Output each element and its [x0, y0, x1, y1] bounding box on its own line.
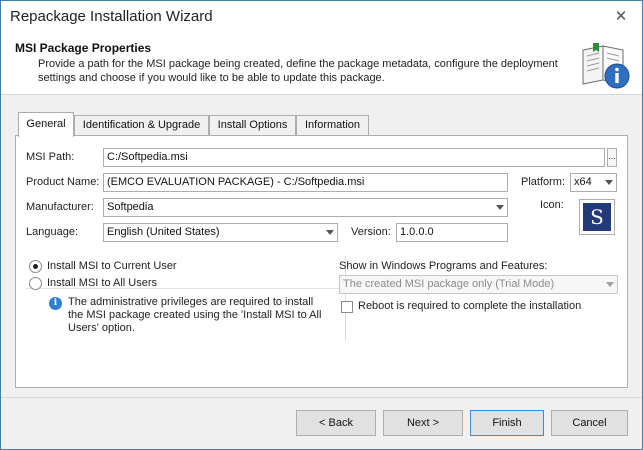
manufacturer-combo[interactable]: Softpedia [103, 198, 508, 217]
info-icon: i [49, 297, 62, 310]
version-label: Version: [351, 226, 391, 238]
wizard-header: MSI Package Properties Provide a path fo… [1, 34, 642, 95]
language-select[interactable]: English (United States) [103, 223, 338, 242]
platform-select[interactable]: x64 [570, 173, 617, 192]
book-info-icon [582, 43, 630, 89]
tab-identification-upgrade[interactable]: Identification & Upgrade [74, 115, 209, 136]
next-button[interactable]: Next > [383, 410, 463, 436]
version-input[interactable]: 1.0.0.0 [396, 223, 508, 242]
reboot-label[interactable]: Reboot is required to complete the insta… [358, 300, 581, 312]
tab-information[interactable]: Information [296, 115, 369, 136]
tab-install-options[interactable]: Install Options [209, 115, 296, 136]
language-label: Language: [26, 226, 78, 238]
install-current-user-radio[interactable] [29, 260, 42, 273]
product-name-input[interactable]: (EMCO EVALUATION PACKAGE) - C:/Softpedia… [103, 173, 508, 192]
window-title: Repackage Installation Wizard [10, 8, 213, 25]
admin-privileges-note: The administrative privileges are requir… [68, 296, 322, 334]
softpedia-s-icon: S [583, 203, 611, 231]
back-button[interactable]: < Back [296, 410, 376, 436]
programs-features-label: Show in Windows Programs and Features: [339, 260, 548, 272]
tab-general[interactable]: General [18, 112, 74, 137]
programs-features-select[interactable]: The created MSI package only (Trial Mode… [339, 275, 618, 294]
install-all-users-label[interactable]: Install MSI to All Users [47, 277, 157, 289]
msi-path-label: MSI Path: [26, 151, 75, 163]
manufacturer-label: Manufacturer: [26, 201, 94, 213]
cancel-button[interactable]: Cancel [551, 410, 628, 436]
general-tab-panel: MSI Path: C:/Softpedia.msi ... Product N… [15, 135, 628, 388]
platform-label: Platform: [521, 176, 566, 188]
finish-button[interactable]: Finish [470, 410, 544, 436]
package-icon-picker[interactable]: S [579, 199, 615, 235]
wizard-footer: < Back Next > Finish Cancel [1, 397, 642, 449]
wizard-body: General Identification & Upgrade Install… [1, 95, 642, 397]
close-button[interactable]: ✕ [608, 7, 634, 27]
page-title: MSI Package Properties [15, 41, 152, 55]
wizard-window: Repackage Installation Wizard ✕ MSI Pack… [0, 0, 643, 450]
reboot-checkbox[interactable] [341, 301, 353, 313]
msi-path-input[interactable]: C:/Softpedia.msi [103, 148, 605, 167]
title-bar: Repackage Installation Wizard ✕ [1, 1, 642, 34]
page-description: Provide a path for the MSI package being… [38, 58, 558, 84]
icon-label: Icon: [540, 199, 564, 211]
install-all-users-radio[interactable] [29, 277, 42, 290]
product-name-label: Product Name: [26, 176, 100, 188]
browse-button[interactable]: ... [607, 148, 617, 167]
install-current-user-label[interactable]: Install MSI to Current User [47, 260, 177, 272]
